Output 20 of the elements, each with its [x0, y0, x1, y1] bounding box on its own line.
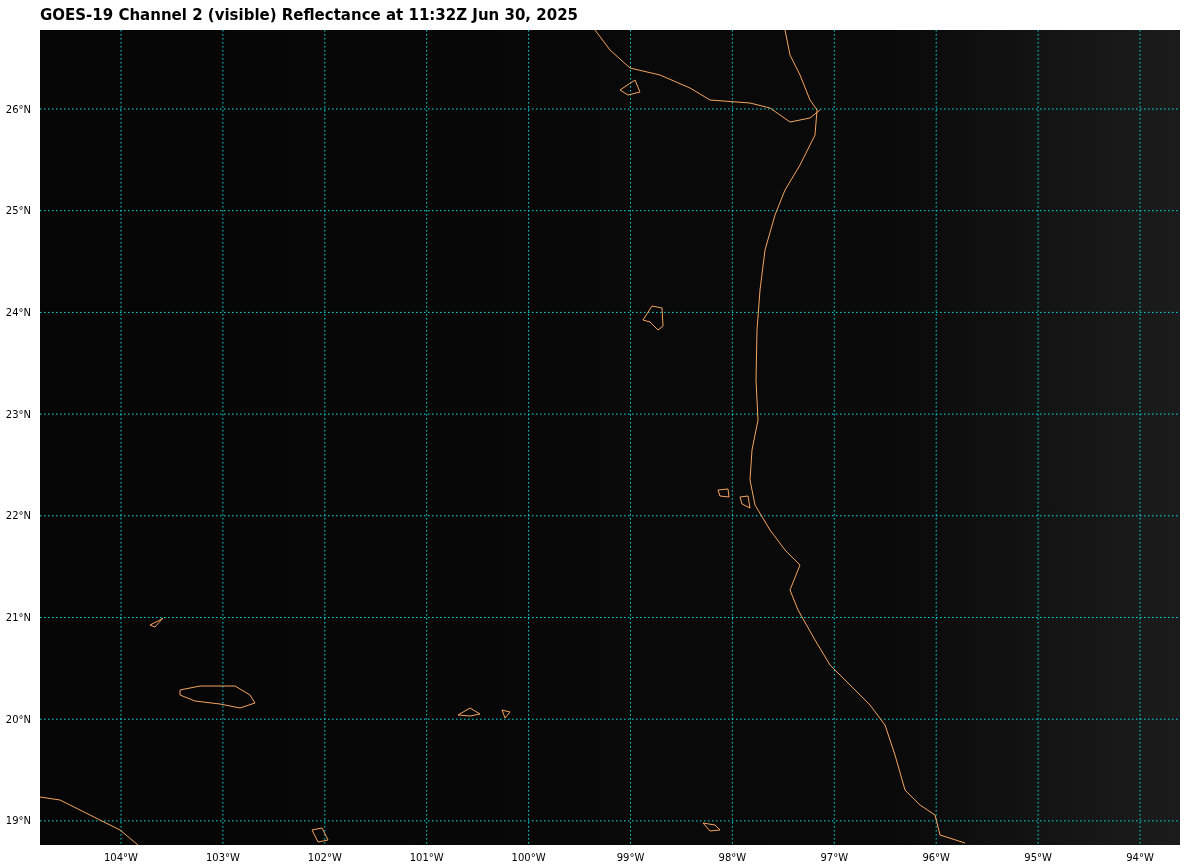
- longitude-label: 94°W: [1126, 852, 1154, 863]
- longitude-label: 95°W: [1024, 852, 1052, 863]
- longitude-label: 96°W: [922, 852, 950, 863]
- latitude-label: 24°N: [5, 306, 31, 318]
- longitude-label: 102°W: [307, 852, 342, 863]
- longitude-label: 103°W: [205, 852, 240, 863]
- latitude-label: 21°N: [5, 612, 31, 623]
- latitude-label: 23°N: [5, 408, 31, 420]
- latitude-label: 25°N: [5, 205, 31, 217]
- longitude-label: 99°W: [616, 852, 645, 863]
- longitude-label: 104°W: [104, 852, 138, 863]
- latitude-label: 20°N: [5, 713, 31, 725]
- latitude-label: 19°N: [5, 815, 31, 827]
- longitude-label: 100°W: [511, 852, 546, 863]
- longitude-label: 98°W: [718, 852, 747, 863]
- latitude-label: 26°N: [5, 103, 31, 115]
- longitude-label: 101°W: [409, 852, 444, 863]
- latitude-label: 22°N: [5, 510, 31, 522]
- chart-title: GOES-19 Channel 2 (visible) Reflectance at 11:32Z Jun 30, 2025: [40, 6, 578, 24]
- longitude-label: 97°W: [820, 852, 849, 863]
